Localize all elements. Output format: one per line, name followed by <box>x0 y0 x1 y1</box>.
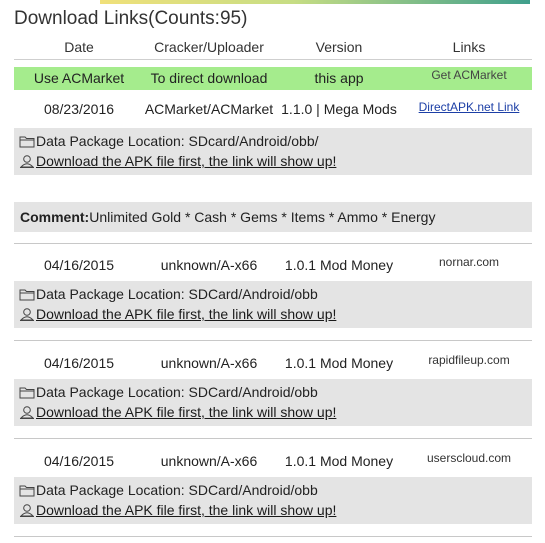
folder-icon <box>19 485 35 497</box>
download-user-icon <box>19 504 35 517</box>
row-divider <box>14 536 532 537</box>
download-apk-link[interactable]: Download the APK file first, the link wi… <box>36 153 336 169</box>
entry-download-link[interactable]: DirectAPK.net Link <box>419 100 520 114</box>
entry-uploader: unknown/A-x66 <box>160 257 258 273</box>
comment-box: Comment:Unlimited Gold * Cash * Gems * I… <box>14 202 532 232</box>
entry-uploader: unknown/A-x66 <box>160 355 258 371</box>
get-acmarket-link[interactable]: Get ACMarket <box>431 68 506 82</box>
data-location-text: Data Package Location: SDcard/Android/ob… <box>36 133 319 149</box>
entry-details-box: Data Package Location: SDCard/Android/ob… <box>14 281 532 328</box>
entry-date: 04/16/2015 <box>43 257 115 273</box>
comment-label: Comment: <box>20 209 90 225</box>
download-row: 04/16/2015 unknown/A-x66 1.0.1 Mod Money… <box>14 351 532 375</box>
promo-text-3: this app <box>314 70 364 86</box>
entry-version: 1.1.0 | Mega Mods <box>281 101 397 117</box>
entry-download-link[interactable]: rapidfileup.com <box>428 353 509 367</box>
download-row: 08/23/2016 ACMarket/ACMarket 1.1.0 | Meg… <box>14 97 532 121</box>
data-location-text: Data Package Location: SDCard/Android/ob… <box>36 482 318 498</box>
data-location-text: Data Package Location: SDCard/Android/ob… <box>36 384 318 400</box>
download-apk-link[interactable]: Download the APK file first, the link wi… <box>36 306 336 322</box>
download-row: 04/16/2015 unknown/A-x66 1.0.1 Mod Money… <box>14 253 532 277</box>
entry-date: 04/16/2015 <box>43 355 115 371</box>
column-header-version: Version <box>315 39 363 55</box>
download-user-icon <box>19 155 35 168</box>
promo-text-2: To direct download <box>150 70 268 86</box>
download-apk-link[interactable]: Download the APK file first, the link wi… <box>36 502 336 518</box>
entry-details-box: Data Package Location: SDcard/Android/ob… <box>14 128 532 175</box>
column-header-uploader: Cracker/Uploader <box>154 39 264 55</box>
row-divider <box>14 438 532 439</box>
entry-version: 1.0.1 Mod Money <box>284 355 394 371</box>
entry-details-box: Data Package Location: SDCard/Android/ob… <box>14 477 532 524</box>
promo-text-1: Use ACMarket <box>33 70 125 86</box>
download-user-icon <box>19 406 35 419</box>
folder-icon <box>19 136 35 148</box>
download-line: Download the APK file first, the link wi… <box>19 500 336 520</box>
download-line: Download the APK file first, the link wi… <box>19 151 336 171</box>
data-location-line: Data Package Location: SDCard/Android/ob… <box>19 284 318 304</box>
entry-uploader: unknown/A-x66 <box>160 453 258 469</box>
data-location-line: Data Package Location: SDCard/Android/ob… <box>19 382 318 402</box>
top-accent-bar <box>100 0 530 4</box>
download-line: Download the APK file first, the link wi… <box>19 304 336 324</box>
comment-text: Unlimited Gold * Cash * Gems * Items * A… <box>89 209 436 225</box>
folder-icon <box>19 387 35 399</box>
download-row: 04/16/2015 unknown/A-x66 1.0.1 Mod Money… <box>14 449 532 473</box>
entry-download-link[interactable]: nornar.com <box>439 255 499 269</box>
entry-details-box: Data Package Location: SDCard/Android/ob… <box>14 379 532 426</box>
folder-icon <box>19 289 35 301</box>
row-divider <box>14 340 532 341</box>
row-divider <box>14 243 532 244</box>
page-title: Download Links(Counts:95) <box>14 8 248 29</box>
data-location-line: Data Package Location: SDCard/Android/ob… <box>19 480 318 500</box>
entry-date: 08/23/2016 <box>43 101 115 117</box>
table-header: Date Cracker/Uploader Version Links <box>14 35 532 60</box>
acmarket-promo-row[interactable]: Use ACMarket To direct download this app… <box>14 67 532 90</box>
download-user-icon <box>19 308 35 321</box>
entry-download-link[interactable]: userscloud.com <box>427 451 511 465</box>
column-header-date: Date <box>64 39 94 55</box>
data-location-text: Data Package Location: SDCard/Android/ob… <box>36 286 318 302</box>
entry-version: 1.0.1 Mod Money <box>284 453 394 469</box>
column-header-links: Links <box>452 39 486 55</box>
entry-date: 04/16/2015 <box>43 453 115 469</box>
data-location-line: Data Package Location: SDcard/Android/ob… <box>19 131 319 151</box>
download-line: Download the APK file first, the link wi… <box>19 402 336 422</box>
download-apk-link[interactable]: Download the APK file first, the link wi… <box>36 404 336 420</box>
entry-version: 1.0.1 Mod Money <box>284 257 394 273</box>
entry-uploader: ACMarket/ACMarket <box>144 101 274 117</box>
